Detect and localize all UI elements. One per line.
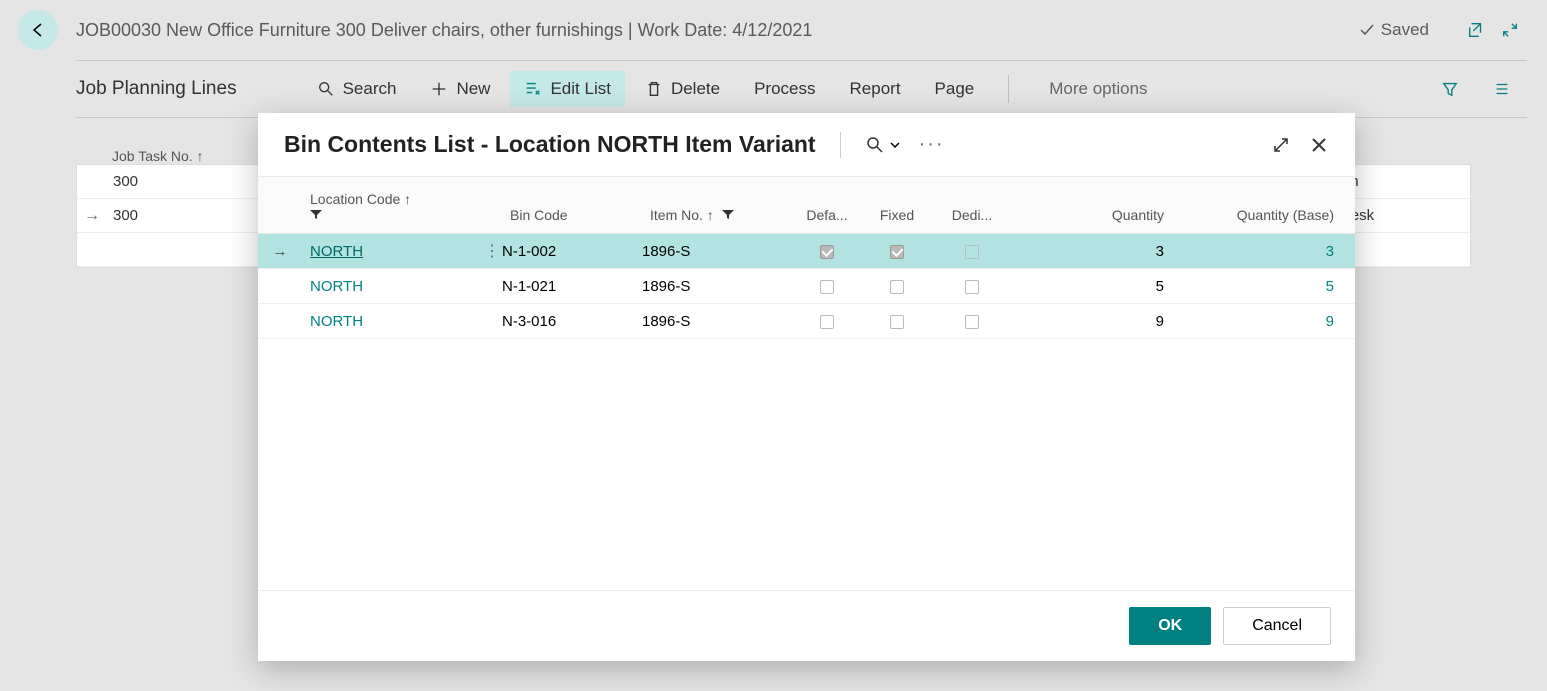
quantity-base-link[interactable]: 9 — [1326, 313, 1334, 330]
filter-icon[interactable] — [1441, 80, 1459, 98]
page-label: Page — [935, 79, 975, 99]
edit-list-label: Edit List — [550, 79, 610, 99]
quantity-cell: 3 — [1012, 243, 1182, 260]
row-menu-icon[interactable]: ⋮ — [482, 241, 502, 261]
bin-cell: N-1-021 — [502, 278, 642, 295]
col-item[interactable]: Item No. ↑ — [642, 203, 792, 227]
page-title: JOB00030 New Office Furniture 300 Delive… — [76, 20, 1359, 41]
col-location-label: Location Code ↑ — [310, 191, 411, 207]
col-bin[interactable]: Bin Code — [502, 203, 642, 227]
chevron-down-icon — [889, 139, 901, 151]
filter-applied-icon — [722, 210, 734, 220]
fixed-checkbox[interactable] — [890, 245, 904, 259]
bin-cell: N-3-016 — [502, 313, 642, 330]
item-cell: 1896-S — [642, 278, 792, 295]
col-fixed[interactable]: Fixed — [862, 203, 932, 227]
new-button[interactable]: New — [416, 71, 504, 107]
col-dedicated[interactable]: Dedi... — [932, 203, 1012, 227]
edit-list-button[interactable]: Edit List — [510, 71, 624, 107]
dialog-more-icon[interactable]: ··· — [919, 133, 945, 156]
item-cell: 1896-S — [642, 243, 792, 260]
col-location[interactable]: Location Code ↑ — [302, 187, 482, 227]
report-label: Report — [850, 79, 901, 99]
filter-applied-icon — [310, 210, 322, 220]
quantity-cell: 9 — [1012, 313, 1182, 330]
dialog-title: Bin Contents List - Location NORTH Item … — [284, 131, 816, 158]
back-button[interactable] — [18, 10, 58, 50]
fixed-checkbox[interactable] — [890, 280, 904, 294]
bg-jobtask-cell: 300 — [107, 207, 247, 224]
table-row[interactable]: → NORTH ⋮N-1-0021896-S 3 3 — [258, 234, 1355, 269]
popout-icon[interactable] — [1467, 21, 1485, 39]
delete-label: Delete — [671, 79, 720, 99]
cancel-button[interactable]: Cancel — [1223, 607, 1331, 645]
saved-label: Saved — [1381, 20, 1429, 40]
dedicated-checkbox[interactable] — [965, 245, 979, 259]
close-icon[interactable] — [1309, 135, 1329, 155]
col-item-label: Item No. ↑ — [650, 207, 714, 223]
ok-button[interactable]: OK — [1129, 607, 1211, 645]
default-checkbox[interactable] — [820, 315, 834, 329]
dialog-footer: OK Cancel — [258, 590, 1355, 661]
bin-contents-dialog: Bin Contents List - Location NORTH Item … — [258, 113, 1355, 661]
collapse-icon[interactable] — [1501, 21, 1519, 39]
location-link[interactable]: NORTH — [310, 278, 363, 295]
saved-indicator: Saved — [1359, 20, 1429, 40]
plus-icon — [430, 80, 448, 98]
page-button[interactable]: Page — [921, 71, 989, 107]
process-label: Process — [754, 79, 815, 99]
search-icon — [317, 80, 335, 98]
dialog-grid: Location Code ↑ Bin Code Item No. ↑ Defa… — [258, 176, 1355, 590]
default-checkbox[interactable] — [820, 245, 834, 259]
search-label: Search — [343, 79, 397, 99]
dialog-header-separator — [840, 132, 841, 158]
location-link[interactable]: NORTH — [310, 243, 363, 260]
dialog-header: Bin Contents List - Location NORTH Item … — [258, 113, 1355, 176]
col-quantity-base[interactable]: Quantity (Base) — [1182, 203, 1352, 227]
row-arrow: → — [258, 243, 302, 260]
bg-col-jobtask[interactable]: Job Task No. ↑ — [76, 148, 246, 164]
edit-list-icon — [524, 80, 542, 98]
arrow-left-icon — [28, 20, 48, 40]
toolbar-title: Job Planning Lines — [76, 78, 237, 100]
default-checkbox[interactable] — [820, 280, 834, 294]
item-cell: 1896-S — [642, 313, 792, 330]
col-quantity[interactable]: Quantity — [1012, 203, 1182, 227]
bin-cell: N-1-002 — [502, 243, 642, 260]
fixed-checkbox[interactable] — [890, 315, 904, 329]
search-icon — [865, 135, 885, 155]
quantity-base-link[interactable]: 5 — [1326, 278, 1334, 295]
trash-icon — [645, 80, 663, 98]
quantity-base-link[interactable]: 3 — [1326, 243, 1334, 260]
more-options-button[interactable]: More options — [1049, 79, 1147, 99]
toolbar-separator — [1008, 75, 1009, 103]
new-label: New — [456, 79, 490, 99]
col-default[interactable]: Defa... — [792, 203, 862, 227]
expand-icon[interactable] — [1271, 135, 1291, 155]
bg-jobtask-cell: 300 — [107, 173, 247, 190]
page-header: JOB00030 New Office Furniture 300 Delive… — [0, 0, 1547, 60]
location-link[interactable]: NORTH — [310, 313, 363, 330]
search-button[interactable]: Search — [303, 71, 411, 107]
table-row[interactable]: NORTH N-3-0161896-S 9 9 — [258, 304, 1355, 339]
table-row[interactable]: NORTH N-1-0211896-S 5 5 — [258, 269, 1355, 304]
process-button[interactable]: Process — [740, 71, 829, 107]
toolbar: Job Planning Lines Search New Edit List … — [0, 61, 1547, 117]
dedicated-checkbox[interactable] — [965, 280, 979, 294]
check-icon — [1359, 22, 1375, 38]
report-button[interactable]: Report — [836, 71, 915, 107]
dialog-search-button[interactable] — [865, 135, 901, 155]
quantity-cell: 5 — [1012, 278, 1182, 295]
grid-header-row: Location Code ↑ Bin Code Item No. ↑ Defa… — [258, 177, 1355, 234]
list-settings-icon[interactable] — [1493, 80, 1511, 98]
dedicated-checkbox[interactable] — [965, 315, 979, 329]
row-indicator: → — [77, 207, 107, 225]
delete-button[interactable]: Delete — [631, 71, 734, 107]
